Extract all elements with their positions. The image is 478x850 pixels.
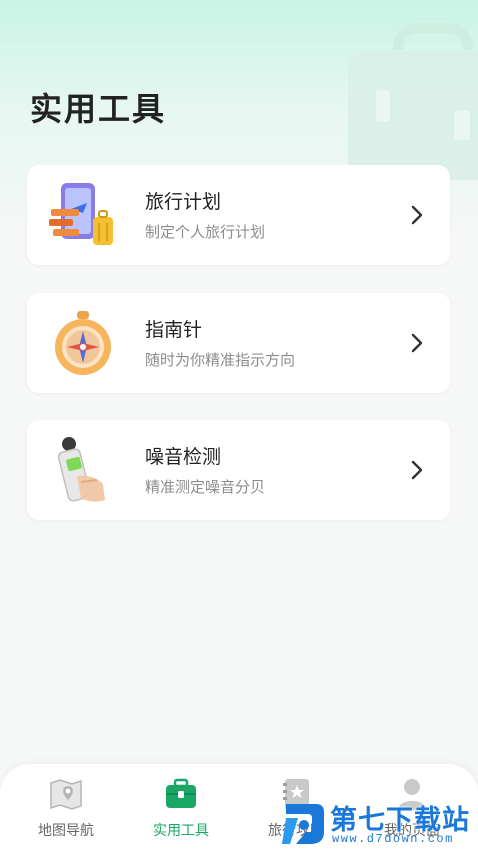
map-icon (50, 779, 82, 810)
tool-subtitle: 随时为你精准指示方向 (145, 352, 296, 369)
tab-label: 实用工具 (153, 822, 209, 838)
tool-title: 旅行计划 (145, 192, 222, 213)
tool-card-compass[interactable]: 指南针 随时为你精准指示方向 (27, 293, 450, 393)
tool-subtitle: 精准测定噪音分贝 (145, 479, 266, 496)
tab-map-navigation[interactable]: 地图导航 (20, 776, 112, 840)
tab-tools[interactable]: 实用工具 (135, 776, 227, 840)
chevron-right-icon (411, 460, 423, 480)
toolbox-icon (166, 778, 196, 808)
tool-subtitle: 制定个人旅行计划 (145, 224, 266, 241)
chevron-right-icon (411, 205, 423, 225)
watermark: 第七下载站 www.d7down.com (282, 796, 478, 850)
compass-icon (55, 311, 111, 375)
chevron-right-icon (411, 333, 423, 353)
travel-plan-icon (49, 183, 113, 245)
page-title: 实用工具 (30, 91, 167, 127)
tool-title: 噪音检测 (145, 447, 222, 468)
tool-title: 指南针 (145, 320, 203, 341)
suitcase-decoration-icon (348, 23, 478, 180)
tool-card-noise-detection[interactable]: 噪音检测 精准测定噪音分贝 (27, 420, 450, 520)
tab-label: 地图导航 (38, 822, 94, 838)
tool-card-travel-plan[interactable]: 旅行计划 制定个人旅行计划 (27, 165, 450, 265)
noise-meter-icon (57, 437, 105, 502)
watermark-url: www.d7down.com (332, 832, 454, 846)
watermark-logo-icon (282, 804, 324, 844)
